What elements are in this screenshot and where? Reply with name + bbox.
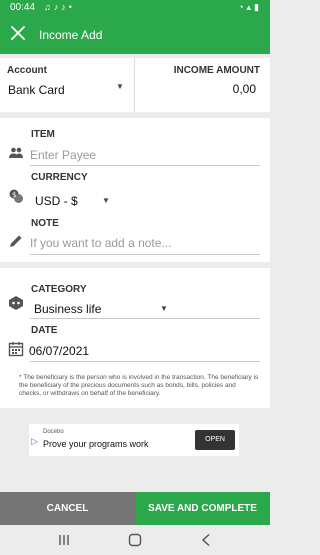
account-select[interactable]: Bank Card — [8, 83, 65, 97]
ad-brand: Docebo — [43, 429, 64, 435]
date-input[interactable]: 06/07/2021 — [29, 344, 89, 358]
chevron-down-icon[interactable]: ▼ — [160, 304, 168, 313]
ad-open-button[interactable]: OPEN — [195, 430, 235, 450]
amount-input[interactable]: 0,00 — [233, 82, 256, 96]
category-icon — [9, 296, 23, 310]
note-input[interactable]: If you want to add a note... — [30, 236, 171, 250]
note-label: NOTE — [31, 218, 59, 229]
notification-icons: ♫♪♪• — [44, 2, 75, 12]
category-underline — [30, 318, 260, 319]
ad-choices-icon[interactable]: ▷ — [31, 436, 38, 447]
item-label: ITEM — [31, 129, 55, 140]
category-select[interactable]: Business life — [34, 302, 101, 316]
close-icon[interactable] — [9, 24, 27, 42]
pencil-icon — [10, 235, 22, 247]
date-label: DATE — [31, 325, 58, 336]
ad-banner[interactable]: ▷ Docebo Prove your programs work OPEN — [29, 424, 239, 456]
chevron-down-icon[interactable]: ▼ — [116, 82, 124, 91]
system-nav-bar — [0, 525, 270, 555]
account-label: Account — [7, 65, 47, 76]
beneficiary-footnote: * The beneficiary is the person who is i… — [19, 374, 259, 397]
currency-icon: $ — [9, 189, 23, 203]
recent-apps-icon[interactable] — [58, 534, 70, 546]
divider — [134, 58, 135, 112]
page-title: Income Add — [39, 28, 103, 42]
payee-underline — [30, 165, 260, 166]
home-icon[interactable] — [128, 533, 142, 547]
cancel-button[interactable]: CANCEL — [0, 492, 135, 525]
calendar-icon[interactable] — [8, 341, 24, 357]
amount-label: INCOME AMOUNT — [173, 65, 260, 76]
back-icon[interactable] — [200, 533, 212, 547]
payee-input[interactable]: Enter Payee — [30, 148, 96, 162]
account-amount-card: Account Bank Card ▼ INCOME AMOUNT 0,00 — [0, 58, 270, 112]
status-time: 00:44 — [10, 2, 36, 13]
save-and-complete-button[interactable]: SAVE AND COMPLETE — [135, 492, 270, 525]
currency-select[interactable]: USD - $ — [35, 194, 78, 208]
category-label: CATEGORY — [31, 284, 87, 295]
note-underline — [30, 254, 260, 255]
people-icon — [9, 147, 23, 158]
app-bar: Income Add — [0, 16, 270, 54]
ad-headline[interactable]: Prove your programs work — [43, 439, 149, 449]
status-bar: 00:44 ♫♪♪• ◔▴▮ — [0, 0, 270, 16]
details-card: ITEM Enter Payee CURRENCY $ USD - $ ▼ NO… — [0, 118, 270, 262]
svg-text:$: $ — [12, 191, 16, 199]
currency-label: CURRENCY — [31, 172, 88, 183]
chevron-down-icon[interactable]: ▼ — [102, 196, 110, 205]
system-icons: ◔▴▮ — [238, 2, 262, 12]
date-underline — [30, 361, 260, 362]
